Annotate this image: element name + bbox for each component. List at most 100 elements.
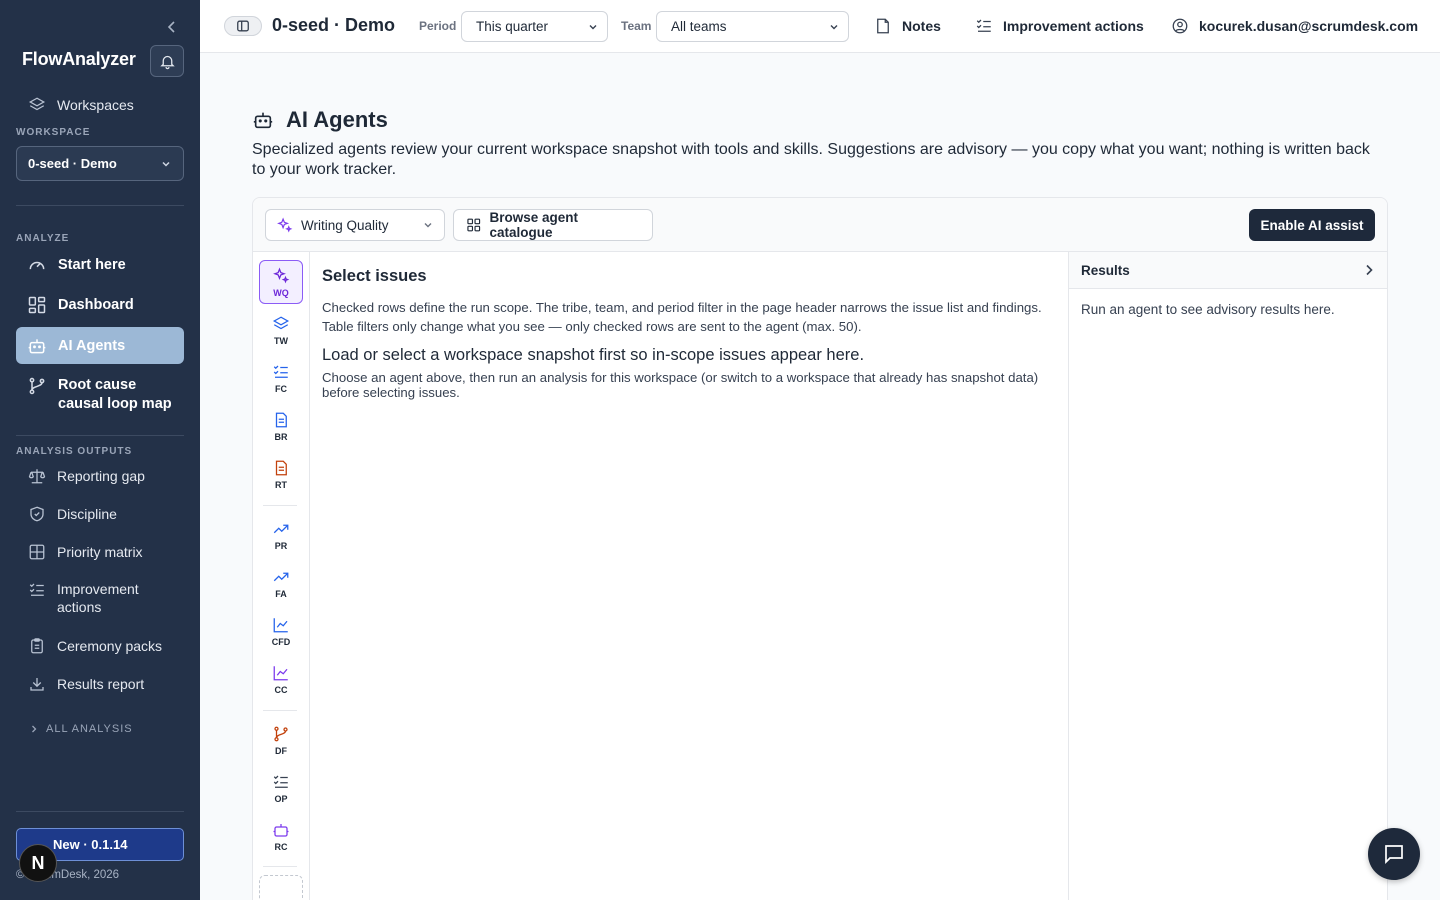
- sidebar-item-workspaces[interactable]: Workspaces: [16, 95, 184, 115]
- sidebar-item-ai-agents[interactable]: AI Agents: [16, 327, 184, 364]
- agent-code: TW: [274, 335, 288, 346]
- select-issues-title: Select issues: [322, 267, 427, 285]
- improvement-actions-link[interactable]: Improvement actions: [975, 17, 1144, 35]
- note-icon: [874, 17, 892, 35]
- agent-code: RT: [275, 479, 287, 490]
- agent-pr[interactable]: PR: [259, 513, 303, 557]
- sidebar-item-label: Dashboard: [58, 297, 134, 313]
- agent-code: PR: [274, 540, 288, 551]
- chevron-down-icon: [162, 161, 170, 167]
- notifications-button[interactable]: [150, 45, 184, 77]
- improvement-actions-label: Improvement actions: [1003, 18, 1144, 34]
- agent-rc[interactable]: RC: [259, 814, 303, 858]
- dashboard-icon: [27, 295, 47, 315]
- scale-icon: [27, 466, 47, 486]
- agent-cfd[interactable]: CFD: [259, 609, 303, 653]
- gauge-icon: [27, 255, 47, 275]
- panel-toggle-button[interactable]: [224, 16, 262, 36]
- branch-icon: [27, 376, 47, 396]
- chevron-down-icon: [424, 223, 432, 228]
- sidebar-item-start-here[interactable]: Start here: [16, 255, 184, 275]
- rail-divider: [263, 710, 297, 711]
- collapse-sidebar-icon[interactable]: [164, 19, 180, 35]
- top-bar: 0-seed · Demo Period This quarter Team A…: [200, 0, 1440, 53]
- trend-up-icon: [273, 524, 289, 533]
- enable-ai-assist-button[interactable]: Enable AI assist: [1249, 209, 1375, 241]
- agent-fa[interactable]: FA: [259, 561, 303, 605]
- agents-card: Writing Quality Browse agent catalogue E…: [252, 197, 1388, 900]
- all-analysis-label: ALL ANALYSIS: [46, 723, 133, 735]
- branch-icon: [274, 726, 288, 741]
- user-circle-icon: [1171, 17, 1189, 35]
- sidebar-item-label: Results report: [57, 676, 145, 692]
- agent-code: FC: [275, 383, 287, 394]
- results-header[interactable]: Results: [1069, 252, 1387, 289]
- agent-op[interactable]: OP: [259, 766, 303, 810]
- n-badge-button[interactable]: N: [19, 844, 57, 882]
- sidebar-item-results-report[interactable]: Results report: [16, 674, 184, 694]
- all-analysis-toggle[interactable]: ALL ANALYSIS: [30, 723, 133, 735]
- chevron-right-icon: [1366, 264, 1373, 276]
- empty-state-description: Choose an agent above, then run an analy…: [322, 370, 1039, 400]
- team-select-value: All teams: [671, 19, 727, 34]
- line-chart-icon: [273, 617, 288, 632]
- list-check-icon: [975, 17, 993, 35]
- page-description: Specialized agents review your current w…: [252, 141, 1370, 178]
- agent-code: CFD: [271, 636, 291, 647]
- sparkles-icon: [277, 217, 293, 233]
- sidebar-item-priority-matrix[interactable]: Priority matrix: [16, 542, 184, 562]
- user-menu[interactable]: kocurek.dusan@scrumdesk.com: [1171, 17, 1418, 35]
- sidebar-panel-icon: [237, 20, 249, 32]
- sidebar-item-root-cause[interactable]: Root cause causal loop map: [16, 376, 184, 414]
- period-select-value: This quarter: [476, 19, 549, 34]
- agent-wq[interactable]: WQ: [259, 260, 303, 304]
- version-label: New · 0.1.14: [53, 837, 128, 852]
- list-check-icon: [273, 775, 288, 788]
- workspace-title: 0-seed · Demo: [272, 15, 396, 35]
- divider: [16, 811, 184, 812]
- list-check-icon: [273, 365, 288, 378]
- sidebar-item-improvement-actions[interactable]: Improvement actions: [16, 580, 184, 616]
- bot-icon: [252, 109, 274, 131]
- sidebar-item-label: Reporting gap: [57, 468, 145, 484]
- more-agents-button[interactable]: ···: [259, 875, 303, 900]
- agent-cc[interactable]: CC: [259, 657, 303, 701]
- sidebar-item-dashboard[interactable]: Dashboard: [16, 295, 184, 315]
- sidebar-item-discipline[interactable]: Discipline: [16, 504, 184, 524]
- sidebar-item-label: Root cause causal loop map: [58, 377, 172, 412]
- layers-icon: [272, 316, 290, 329]
- analyze-section-label: ANALYZE: [16, 233, 70, 244]
- results-title: Results: [1081, 262, 1130, 278]
- agents-toolbar: Writing Quality Browse agent catalogue E…: [253, 198, 1387, 252]
- sidebar-item-label: Improvement actions: [57, 581, 139, 615]
- period-select[interactable]: This quarter: [461, 11, 608, 42]
- document-icon: [275, 460, 287, 475]
- empty-state-title: Load or select a workspace snapshot firs…: [322, 346, 865, 364]
- bot-icon: [273, 823, 289, 837]
- agent-code: CC: [274, 684, 288, 695]
- outputs-section-label: ANALYSIS OUTPUTS: [16, 446, 133, 457]
- workspace-select[interactable]: 0-seed · Demo: [16, 146, 184, 181]
- agent-code: FA: [275, 588, 287, 599]
- agent-rt[interactable]: RT: [259, 452, 303, 496]
- sidebar-item-label: Ceremony packs: [57, 638, 163, 654]
- user-email: kocurek.dusan@scrumdesk.com: [1199, 18, 1419, 34]
- sidebar-item-reporting-gap[interactable]: Reporting gap: [16, 466, 184, 486]
- agent-df[interactable]: DF: [259, 718, 303, 762]
- agent-fc[interactable]: FC: [259, 356, 303, 400]
- team-label: Team: [621, 19, 652, 33]
- rail-divider: [263, 505, 297, 506]
- agent-tw[interactable]: TW: [259, 308, 303, 352]
- agent-select[interactable]: Writing Quality: [265, 209, 445, 241]
- sidebar: FlowAnalyzer Workspaces WORKSPACE 0-seed…: [0, 0, 200, 900]
- team-select[interactable]: All teams: [656, 11, 849, 42]
- notes-link[interactable]: Notes: [874, 17, 941, 35]
- agent-br[interactable]: BR: [259, 404, 303, 448]
- sidebar-item-ceremony-packs[interactable]: Ceremony packs: [16, 636, 184, 656]
- grid-icon: [27, 542, 47, 562]
- chevron-down-icon: [589, 24, 597, 29]
- browse-catalogue-button[interactable]: Browse agent catalogue: [453, 209, 653, 241]
- chat-button[interactable]: [1368, 828, 1420, 880]
- brand-logo: FlowAnalyzer: [22, 49, 136, 69]
- line-chart-icon: [273, 665, 288, 680]
